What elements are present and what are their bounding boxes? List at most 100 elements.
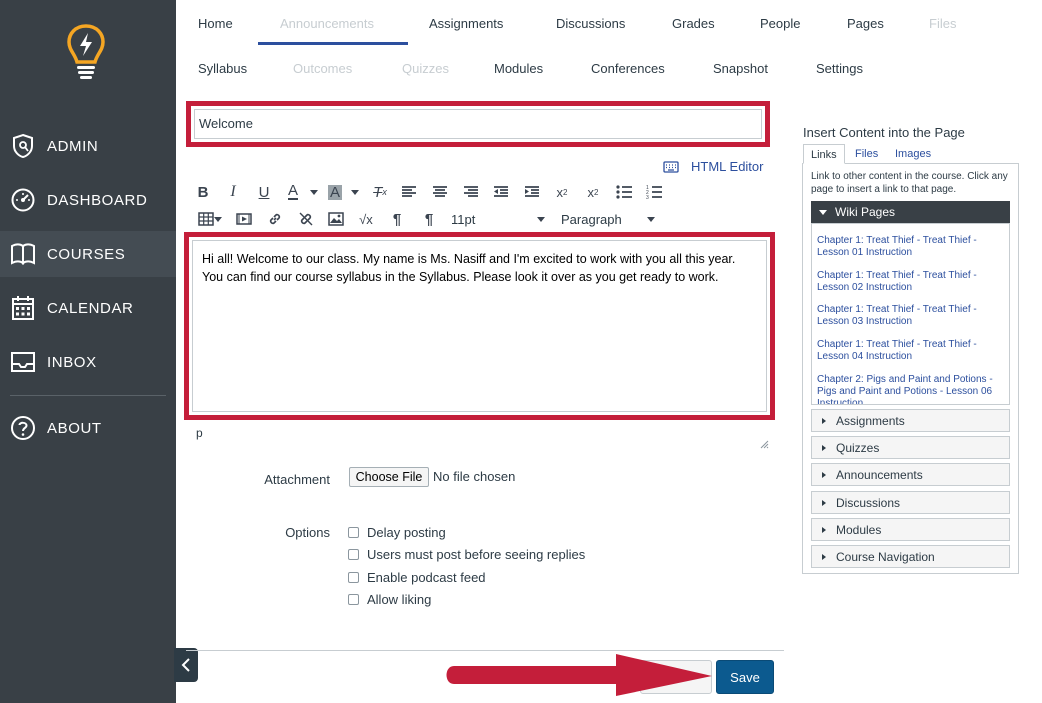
align-left-icon[interactable] bbox=[398, 181, 420, 203]
align-right-icon[interactable] bbox=[460, 181, 482, 203]
bold-icon[interactable]: B bbox=[192, 181, 214, 203]
math-equation-icon[interactable]: √x bbox=[355, 208, 377, 230]
inbox-icon bbox=[10, 349, 36, 375]
course-nav-people[interactable]: People bbox=[760, 16, 800, 31]
rtl-paragraph-icon[interactable]: ¶ bbox=[418, 208, 440, 230]
nav-item-calendar[interactable]: CALENDAR bbox=[0, 285, 176, 331]
checkbox[interactable] bbox=[348, 594, 359, 605]
font-size-caret-icon[interactable] bbox=[537, 217, 545, 222]
tab-files[interactable]: Files bbox=[848, 144, 885, 164]
section-announcements[interactable]: Announcements bbox=[811, 463, 1010, 486]
wiki-link[interactable]: Chapter 1: Treat Thief - Treat Thief - L… bbox=[817, 339, 1009, 363]
option-podcast-feed[interactable]: Enable podcast feed bbox=[348, 570, 486, 585]
nav-item-about[interactable]: ABOUT bbox=[0, 405, 176, 451]
save-button[interactable]: Save bbox=[716, 660, 774, 694]
nav-item-dashboard[interactable]: DASHBOARD bbox=[0, 177, 176, 223]
background-color-caret-icon[interactable] bbox=[351, 190, 359, 195]
course-nav-quizzes[interactable]: Quizzes bbox=[402, 61, 449, 76]
checkbox[interactable] bbox=[348, 572, 359, 583]
links-hint: Link to other content in the course. Cli… bbox=[811, 171, 1008, 195]
section-quizzes[interactable]: Quizzes bbox=[811, 436, 1010, 459]
wiki-link[interactable]: Chapter 1: Treat Thief - Treat Thief - L… bbox=[817, 304, 1009, 328]
checkbox[interactable] bbox=[348, 527, 359, 538]
section-label: Announcements bbox=[836, 467, 923, 482]
numbered-list-icon[interactable]: 123 bbox=[643, 181, 665, 203]
block-format-caret-icon[interactable] bbox=[647, 217, 655, 222]
table-caret-icon[interactable] bbox=[214, 217, 222, 222]
course-nav-discussions[interactable]: Discussions bbox=[556, 16, 625, 31]
course-nav-files[interactable]: Files bbox=[929, 16, 956, 31]
element-path: p bbox=[196, 426, 203, 440]
wiki-pages-header[interactable]: Wiki Pages bbox=[811, 201, 1010, 223]
lightbulb-logo-icon[interactable] bbox=[64, 22, 108, 82]
outdent-icon[interactable] bbox=[490, 181, 512, 203]
course-nav-grades[interactable]: Grades bbox=[672, 16, 715, 31]
nav-item-admin[interactable]: ADMIN bbox=[0, 123, 176, 169]
option-must-post[interactable]: Users must post before seeing replies bbox=[348, 547, 585, 562]
course-nav-settings[interactable]: Settings bbox=[816, 61, 863, 76]
subscript-icon[interactable]: x2 bbox=[582, 181, 604, 203]
caret-down-icon bbox=[819, 209, 827, 215]
course-nav-modules[interactable]: Modules bbox=[494, 61, 543, 76]
nav-label-courses: COURSES bbox=[47, 245, 126, 263]
tab-links[interactable]: Links bbox=[803, 144, 845, 164]
wiki-pages-list[interactable]: Chapter 1: Treat Thief - Treat Thief - L… bbox=[811, 223, 1010, 405]
section-course-navigation[interactable]: Course Navigation bbox=[811, 545, 1010, 568]
option-allow-liking[interactable]: Allow liking bbox=[348, 592, 431, 607]
nav-item-courses[interactable]: COURSES bbox=[0, 231, 176, 277]
ltr-paragraph-icon[interactable]: ¶ bbox=[386, 208, 408, 230]
body-line-2: You can find our course syllabus in the … bbox=[202, 270, 719, 284]
image-icon[interactable] bbox=[325, 208, 347, 230]
background-color-icon[interactable]: A bbox=[324, 181, 346, 203]
section-assignments[interactable]: Assignments bbox=[811, 409, 1010, 432]
bullet-list-icon[interactable] bbox=[613, 181, 635, 203]
wiki-link[interactable]: Chapter 1: Treat Thief - Treat Thief - L… bbox=[817, 235, 1009, 259]
course-nav-syllabus[interactable]: Syllabus bbox=[198, 61, 247, 76]
collapse-sidebar-button[interactable] bbox=[174, 648, 198, 682]
superscript-icon[interactable]: x2 bbox=[551, 181, 573, 203]
shield-icon bbox=[10, 133, 36, 159]
clear-formatting-icon[interactable]: Tx bbox=[369, 181, 391, 203]
course-nav-pages[interactable]: Pages bbox=[847, 16, 884, 31]
nav-item-inbox[interactable]: INBOX bbox=[0, 339, 176, 385]
choose-file-button[interactable]: Choose File bbox=[349, 467, 429, 487]
course-nav-announcements[interactable]: Announcements bbox=[280, 16, 374, 31]
indent-icon[interactable] bbox=[521, 181, 543, 203]
rich-content-editor[interactable]: Hi all! Welcome to our class. My name is… bbox=[192, 240, 767, 412]
nav-divider bbox=[10, 395, 166, 396]
section-modules[interactable]: Modules bbox=[811, 518, 1010, 541]
active-tab-indicator bbox=[258, 42, 408, 45]
section-label: Discussions bbox=[836, 495, 901, 510]
course-nav-snapshot[interactable]: Snapshot bbox=[713, 61, 768, 76]
font-size-select[interactable]: 11pt bbox=[451, 212, 475, 227]
caret-right-icon bbox=[822, 526, 826, 533]
text-color-caret-icon[interactable] bbox=[310, 190, 318, 195]
link-icon[interactable] bbox=[264, 208, 286, 230]
attachment-label: Attachment bbox=[264, 472, 330, 487]
italic-icon[interactable]: I bbox=[222, 181, 244, 203]
html-editor-toggle[interactable]: HTML Editor bbox=[663, 159, 763, 174]
course-nav-home[interactable]: Home bbox=[198, 16, 233, 31]
wiki-link[interactable]: Chapter 1: Treat Thief - Treat Thief - L… bbox=[817, 270, 1009, 294]
course-nav-conferences[interactable]: Conferences bbox=[591, 61, 665, 76]
block-format-select[interactable]: Paragraph bbox=[561, 212, 622, 227]
media-icon[interactable] bbox=[233, 208, 255, 230]
section-discussions[interactable]: Discussions bbox=[811, 491, 1010, 514]
course-nav-outcomes[interactable]: Outcomes bbox=[293, 61, 352, 76]
underline-icon[interactable]: U bbox=[253, 181, 275, 203]
resize-handle-icon[interactable] bbox=[760, 436, 769, 449]
html-editor-label: HTML Editor bbox=[691, 159, 764, 174]
course-nav-assignments[interactable]: Assignments bbox=[429, 16, 503, 31]
topic-title-input[interactable]: Welcome bbox=[194, 109, 762, 139]
wiki-link[interactable]: Chapter 2: Pigs and Paint and Potions - … bbox=[817, 374, 1009, 404]
unlink-icon[interactable] bbox=[295, 208, 317, 230]
body-highlight-box: Hi all! Welcome to our class. My name is… bbox=[184, 232, 775, 420]
nav-label-calendar: CALENDAR bbox=[47, 299, 134, 317]
nav-label-inbox: INBOX bbox=[47, 353, 97, 371]
text-color-icon[interactable]: A bbox=[282, 181, 304, 203]
tab-images[interactable]: Images bbox=[888, 144, 938, 164]
checkbox[interactable] bbox=[348, 549, 359, 560]
arrow-pointer-icon bbox=[440, 650, 720, 700]
align-center-icon[interactable] bbox=[429, 181, 451, 203]
option-delay-posting[interactable]: Delay posting bbox=[348, 525, 446, 540]
